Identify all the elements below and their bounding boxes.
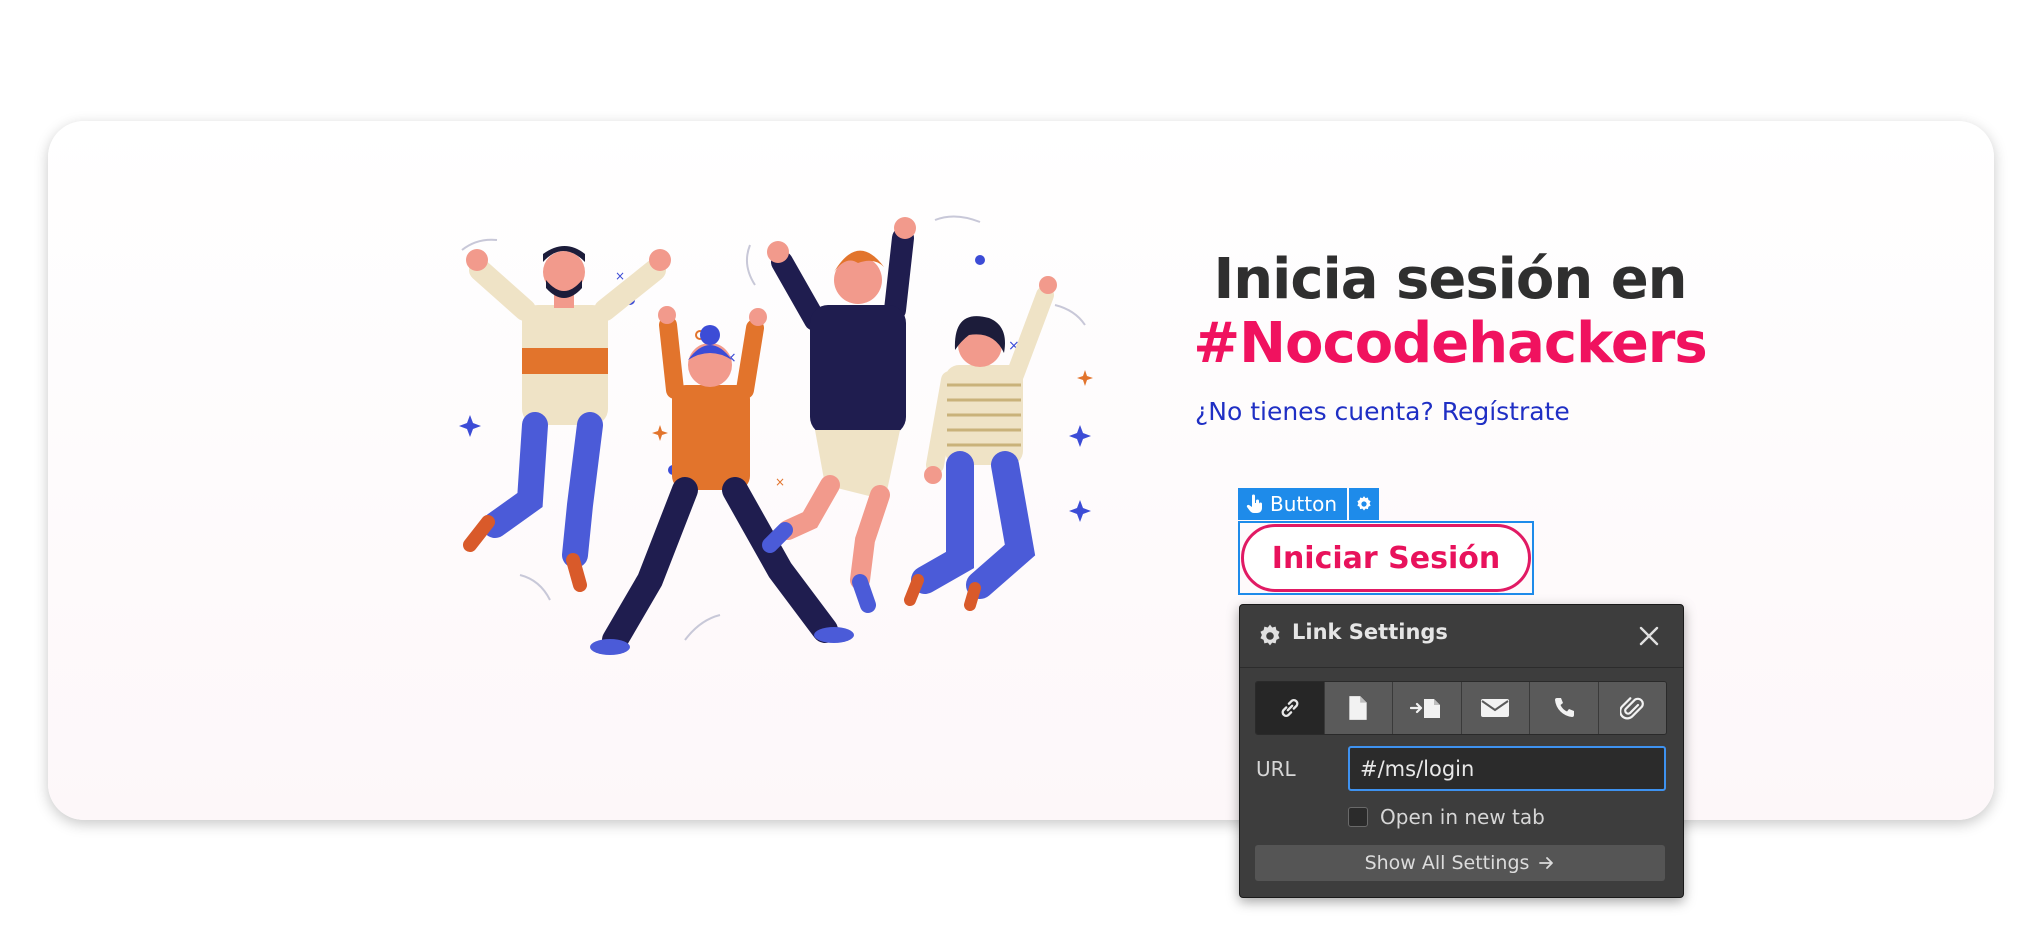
link-settings-header: Link Settings	[1240, 605, 1683, 668]
open-new-tab-checkbox[interactable]	[1348, 807, 1368, 827]
arrow-right-icon	[1539, 857, 1554, 869]
svg-text:×: ×	[775, 475, 785, 489]
page-icon	[1349, 696, 1367, 720]
open-new-tab-row: Open in new tab	[1348, 805, 1545, 829]
link-type-attachment[interactable]	[1597, 682, 1666, 734]
element-tag-label[interactable]: Button	[1238, 488, 1347, 520]
title-line-1: Inicia sesión en	[1213, 247, 1687, 312]
section-anchor-icon	[1409, 699, 1440, 718]
element-tag: Button	[1238, 488, 1379, 520]
gear-icon	[1260, 624, 1280, 646]
login-button[interactable]: Iniciar Sesión	[1241, 524, 1531, 592]
show-all-settings-button[interactable]: Show All Settings	[1255, 845, 1665, 881]
celebration-illustration: × × × × ×	[459, 215, 1093, 655]
person-4	[904, 276, 1057, 611]
open-new-tab-label[interactable]: Open in new tab	[1380, 805, 1545, 829]
hand-pointer-icon	[1246, 494, 1262, 513]
page-title: Inicia sesión en #Nocodehackers	[1190, 248, 1710, 376]
gear-icon	[1357, 496, 1371, 511]
link-type-page[interactable]	[1323, 682, 1392, 734]
signup-link[interactable]: ¿No tienes cuenta? Regístrate	[1195, 397, 1570, 426]
link-type-email[interactable]	[1460, 682, 1529, 734]
person-1	[463, 246, 671, 592]
link-settings-panel: Link Settings URL #/ms/login Open in new…	[1239, 604, 1684, 898]
attachment-icon	[1620, 697, 1645, 720]
person-3	[762, 217, 916, 613]
phone-icon	[1554, 698, 1574, 717]
show-all-settings-label: Show All Settings	[1364, 852, 1530, 874]
close-icon[interactable]	[1638, 625, 1660, 647]
link-type-phone[interactable]	[1529, 682, 1598, 734]
url-input[interactable]	[1348, 746, 1666, 791]
link-icon	[1281, 699, 1299, 717]
svg-text:×: ×	[615, 269, 625, 283]
link-type-section[interactable]	[1392, 682, 1461, 734]
element-settings-button[interactable]	[1349, 488, 1379, 520]
link-type-url[interactable]	[1256, 682, 1324, 734]
link-type-selector	[1255, 681, 1667, 735]
signup-link-text: ¿No tienes cuenta? Regístrate	[1195, 397, 1570, 426]
url-label: URL	[1256, 757, 1296, 781]
email-icon	[1481, 699, 1510, 717]
title-line-2: #Nocodehackers	[1193, 311, 1708, 376]
link-settings-title: Link Settings	[1292, 620, 1448, 644]
element-tag-text: Button	[1270, 492, 1337, 516]
